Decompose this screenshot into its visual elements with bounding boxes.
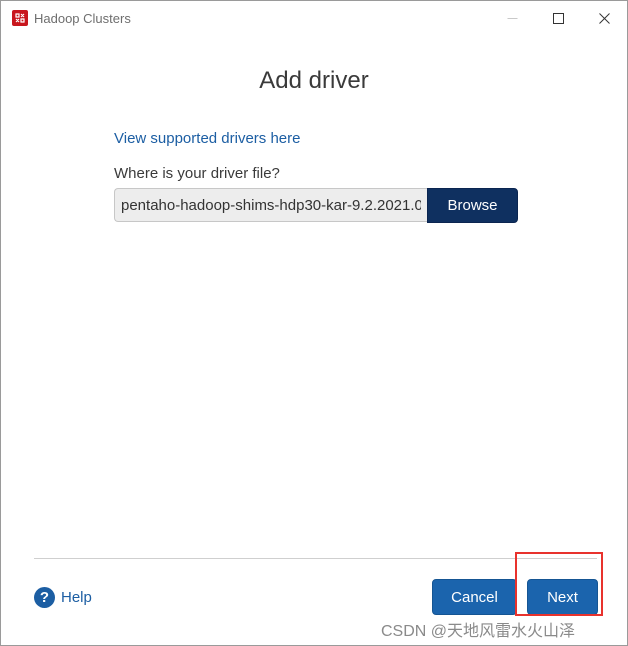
browse-button[interactable]: Browse [427,188,518,223]
watermark-text: CSDN @天地风雷水火山泽 [381,623,576,640]
maximize-button[interactable] [535,1,581,35]
cancel-button[interactable]: Cancel [432,579,517,615]
title-bar[interactable]: Hadoop Clusters [1,1,627,35]
hadoop-clusters-window: Hadoop Clusters Add driver View supporte… [0,0,628,646]
window-title: Hadoop Clusters [34,11,131,26]
maximize-icon [552,12,564,24]
help-link[interactable]: ? Help [34,586,92,608]
help-icon: ? [34,586,55,608]
driver-file-label: Where is your driver file? [114,165,280,182]
close-icon [598,12,610,24]
pentaho-logo-icon [12,10,28,26]
annotation-highlight-box [515,552,603,616]
minimize-button[interactable] [489,1,535,35]
driver-file-input[interactable] [114,188,427,222]
minimize-icon [507,17,517,19]
footer-divider [34,558,597,559]
help-label: Help [61,588,92,606]
view-supported-drivers-link[interactable]: View supported drivers here [114,130,301,147]
close-button[interactable] [581,1,627,35]
dialog-heading: Add driver [259,67,369,94]
